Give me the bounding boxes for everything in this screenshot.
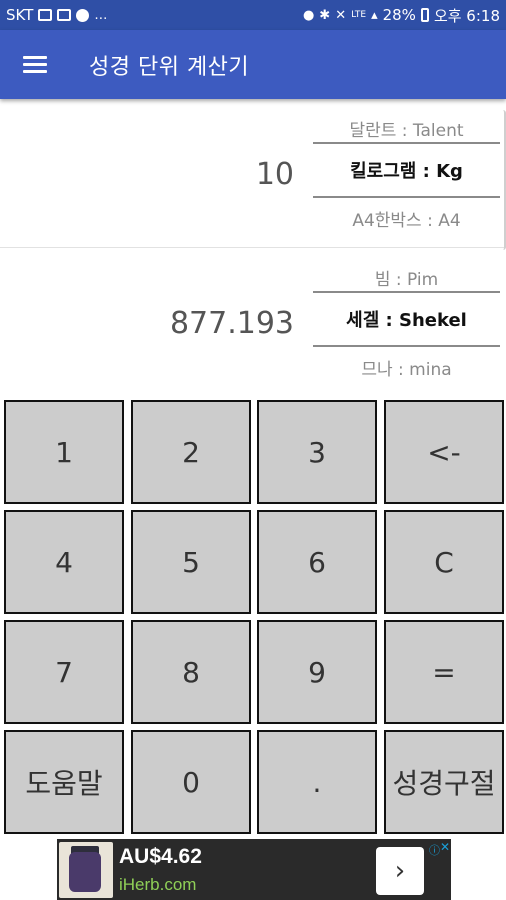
unit-option-selected[interactable]: 세겔 : Shekel — [313, 291, 500, 347]
status-bar: SKT … ● ✱ ✕ LTE ▴ 28% 오후 6:18 — [0, 0, 506, 30]
key-3[interactable]: 3 — [257, 400, 377, 504]
ad-product-image — [59, 842, 113, 898]
mute-icon: ✕ — [335, 7, 347, 23]
app-bar: 성경 단위 계산기 — [0, 30, 506, 99]
location-icon: ● — [302, 7, 315, 23]
key-7[interactable]: 7 — [4, 620, 124, 724]
unit-picker-top[interactable]: 달란트 : Talent 킬로그램 : Kg A4한박스 : A4 — [313, 100, 500, 248]
message-icon — [57, 9, 72, 21]
network-type-label: LTE — [351, 9, 367, 20]
hamburger-icon — [23, 52, 47, 77]
ad-info-icon[interactable]: ⓘ — [429, 842, 440, 858]
ad-site: iHerb.com — [119, 875, 197, 894]
scroll-edge — [500, 110, 506, 250]
menu-button[interactable] — [0, 30, 70, 99]
ad-price: AU$4.62 — [119, 845, 202, 868]
unit-option-below[interactable]: 므나 : mina — [313, 347, 500, 387]
clear-button[interactable]: C — [384, 510, 504, 614]
help-button[interactable]: 도움말 — [4, 730, 124, 834]
clock: 오후 6:18 — [433, 6, 500, 25]
conversion-row-bottom: 877.193 빔 : Pim 세겔 : Shekel 므나 : mina — [0, 249, 506, 397]
key-1[interactable]: 1 — [4, 400, 124, 504]
key-6[interactable]: 6 — [257, 510, 377, 614]
keypad: 1 2 3 <- 4 5 6 C 7 8 9 = 도움말 0 . 성경구절 — [0, 398, 506, 838]
conversion-row-top: 10 달란트 : Talent 킬로그램 : Kg A4한박스 : A4 — [0, 100, 506, 248]
key-9[interactable]: 9 — [257, 620, 377, 724]
bluetooth-icon: ✱ — [319, 7, 331, 23]
battery-icon — [420, 8, 429, 22]
unit-option-below[interactable]: A4한박스 : A4 — [313, 198, 500, 238]
app-title: 성경 단위 계산기 — [89, 54, 250, 80]
key-5[interactable]: 5 — [131, 510, 251, 614]
more-dots-icon: … — [94, 7, 108, 23]
key-2[interactable]: 2 — [131, 400, 251, 504]
signal-icon: ▴ — [371, 7, 378, 23]
ad-close-icon[interactable]: ✕ — [440, 840, 450, 854]
result-value: 877.193 — [169, 305, 294, 341]
backspace-button[interactable]: <- — [384, 400, 504, 504]
decimal-button[interactable]: . — [257, 730, 377, 834]
status-left: SKT … — [6, 6, 107, 24]
chevron-right-icon[interactable]: › — [376, 847, 424, 895]
app-notification-icon — [76, 8, 90, 22]
unit-picker-bottom[interactable]: 빔 : Pim 세겔 : Shekel 므나 : mina — [313, 249, 500, 397]
key-4[interactable]: 4 — [4, 510, 124, 614]
battery-percent: 28% — [382, 6, 416, 24]
key-0[interactable]: 0 — [131, 730, 251, 834]
equals-button[interactable]: = — [384, 620, 504, 724]
bible-verse-button[interactable]: 성경구절 — [384, 730, 504, 834]
gallery-icon — [38, 9, 53, 21]
ad-banner[interactable]: AU$4.62 iHerb.com › ⓘ ✕ — [57, 839, 451, 900]
carrier-label: SKT — [6, 6, 34, 24]
key-8[interactable]: 8 — [131, 620, 251, 724]
unit-option-selected[interactable]: 킬로그램 : Kg — [313, 142, 500, 198]
status-right: ● ✱ ✕ LTE ▴ 28% 오후 6:18 — [303, 5, 500, 26]
input-value[interactable]: 10 — [256, 100, 294, 248]
